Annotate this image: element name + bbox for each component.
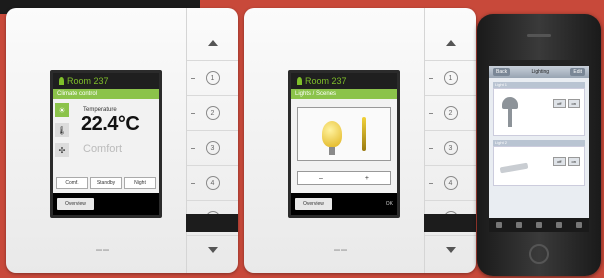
screen-subtitle: Lights / Scenes xyxy=(291,89,397,99)
tab-icon[interactable] xyxy=(556,222,562,228)
mode-label: Comfort xyxy=(83,143,123,155)
key-3-button[interactable]: 3 xyxy=(187,131,238,166)
up-button[interactable] xyxy=(425,26,476,61)
light-card: off on xyxy=(493,88,585,136)
key-3-button[interactable]: 3 xyxy=(425,131,476,166)
light-card: off on xyxy=(493,146,585,186)
brand-logo: ▬▬ xyxy=(334,247,348,253)
phone-speaker xyxy=(527,34,551,37)
tab-icon[interactable] xyxy=(576,222,582,228)
tab-icon[interactable] xyxy=(496,222,502,228)
lighting-panel: Room 237 Lights / Scenes – + Overview OK… xyxy=(244,8,476,273)
circle-icon: 4 xyxy=(443,176,458,190)
circle-icon: 3 xyxy=(205,141,220,155)
circle-icon: 4 xyxy=(205,176,220,190)
option-standby-button[interactable]: Standby xyxy=(90,177,122,189)
off-button[interactable]: off xyxy=(553,157,566,166)
arrow-up-icon xyxy=(207,40,218,46)
circle-icon: 3 xyxy=(443,141,458,155)
nav-bar: Back Lighting Edit xyxy=(489,66,589,78)
down-button[interactable] xyxy=(187,232,238,267)
minus-button[interactable]: – xyxy=(319,175,323,182)
key-2-button[interactable]: 2 xyxy=(425,96,476,131)
room-title: Room 237 xyxy=(305,76,347,86)
screen-header: Room 237 xyxy=(53,73,159,89)
tab-icon[interactable] xyxy=(536,222,542,228)
overview-button[interactable]: Overview xyxy=(57,198,94,210)
off-button[interactable]: off xyxy=(553,99,566,108)
screen-subtitle: Climate control xyxy=(53,89,159,99)
mode-options: Comf. Standby Night xyxy=(56,177,156,189)
dimmer-slider[interactable] xyxy=(362,117,366,151)
mode-column: ☀ 🌡 ✣ xyxy=(55,103,69,157)
light-buttons: off on xyxy=(553,99,580,108)
black-strip xyxy=(186,214,238,232)
screen-header: Room 237 xyxy=(291,73,397,89)
arrow-down-icon xyxy=(207,246,218,253)
on-button[interactable]: on xyxy=(567,99,580,108)
circle-icon: 2 xyxy=(443,106,458,120)
scene-display xyxy=(297,107,391,161)
arrow-up-icon xyxy=(445,40,456,46)
sun-icon[interactable]: ☀ xyxy=(55,103,69,117)
dimmer-controls: – + xyxy=(297,171,391,185)
room-title: Room 237 xyxy=(67,76,109,86)
light-buttons: off on xyxy=(553,157,580,166)
up-button[interactable] xyxy=(187,26,238,61)
screen-body: – + xyxy=(291,99,397,193)
temperature-value: 22.4°C xyxy=(81,113,140,135)
thermometer-icon[interactable]: 🌡 xyxy=(55,123,69,137)
thermostat-screen: Room 237 Climate control ☀ 🌡 ✣ Temperatu… xyxy=(50,70,162,218)
key-1-button[interactable]: 1 xyxy=(425,61,476,96)
lightbulb-icon xyxy=(322,121,342,155)
on-button[interactable]: on xyxy=(567,157,580,166)
screen-footer: Overview xyxy=(53,193,159,215)
tab-bar xyxy=(489,218,589,232)
home-button[interactable] xyxy=(529,244,549,264)
back-button[interactable]: Back xyxy=(493,68,511,76)
smartphone: Back Lighting Edit Light 1 off on Light … xyxy=(477,14,601,276)
option-comfort-button[interactable]: Comf. xyxy=(56,177,88,189)
key-2-button[interactable]: 2 xyxy=(187,96,238,131)
overview-button[interactable]: Overview xyxy=(295,198,332,210)
key-4-button[interactable]: 4 xyxy=(187,166,238,201)
down-button[interactable] xyxy=(425,232,476,267)
key-4-button[interactable]: 4 xyxy=(425,166,476,201)
lamp-stem xyxy=(508,109,512,127)
plus-button[interactable]: + xyxy=(365,175,369,182)
leaf-icon xyxy=(59,77,64,85)
screen-footer: Overview OK xyxy=(291,193,397,215)
lamp-icon xyxy=(502,97,518,109)
edit-button[interactable]: Edit xyxy=(570,68,585,76)
circle-icon: 2 xyxy=(205,106,220,120)
bulb-small-icon xyxy=(297,77,302,85)
screen-body: ☀ 🌡 ✣ Temperature 22.4°C Comfort Comf. S… xyxy=(53,99,159,193)
lighting-screen: Room 237 Lights / Scenes – + Overview OK xyxy=(288,70,400,218)
key-1-button[interactable]: 1 xyxy=(187,61,238,96)
nav-title: Lighting xyxy=(531,69,549,75)
circle-icon: 1 xyxy=(443,71,458,85)
tube-light-icon xyxy=(499,162,529,174)
circle-icon: 1 xyxy=(205,71,220,85)
ok-button[interactable]: OK xyxy=(386,201,393,207)
arrow-down-icon xyxy=(445,246,456,253)
option-night-button[interactable]: Night xyxy=(124,177,156,189)
thermostat-panel: Room 237 Climate control ☀ 🌡 ✣ Temperatu… xyxy=(6,8,238,273)
black-strip xyxy=(424,214,476,232)
phone-screen: Back Lighting Edit Light 1 off on Light … xyxy=(489,60,589,232)
button-column: 1 2 3 4 5 xyxy=(186,8,238,273)
fan-icon[interactable]: ✣ xyxy=(55,143,69,157)
button-column: 1 2 3 4 5 xyxy=(424,8,476,273)
brand-logo: ▬▬ xyxy=(96,247,110,253)
tab-icon[interactable] xyxy=(516,222,522,228)
